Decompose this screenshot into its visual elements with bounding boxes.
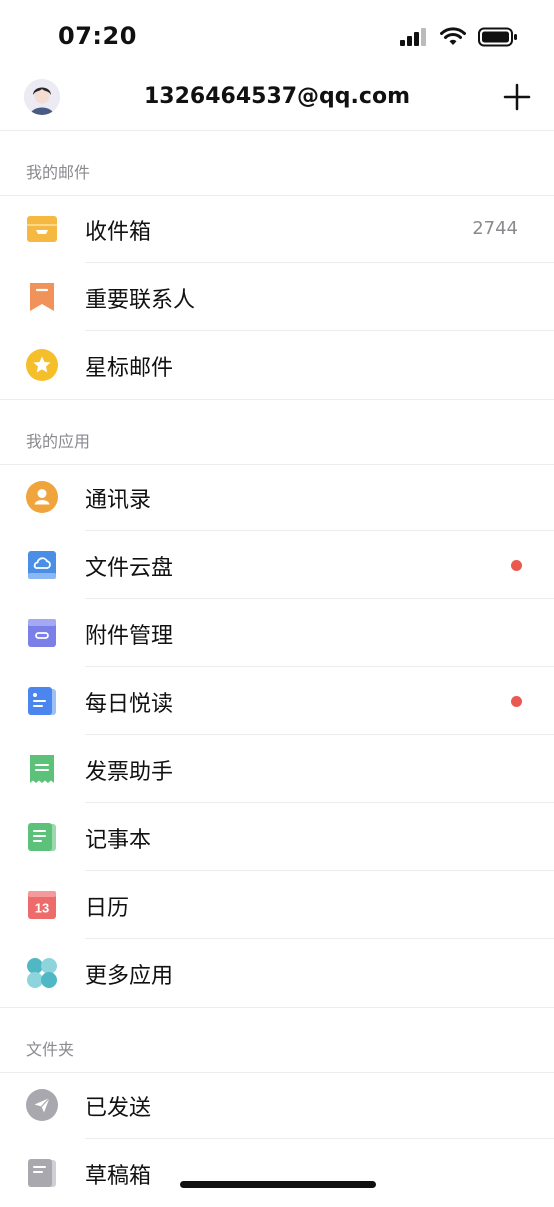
- contacts-icon: [26, 481, 58, 513]
- menu-item-label: 日历: [85, 896, 130, 921]
- section-header-mail: 我的邮件: [0, 131, 554, 196]
- menu-item-notepad[interactable]: 记事本: [0, 803, 554, 871]
- menu-item-label: 附件管理: [85, 624, 174, 649]
- unread-count: 2744: [472, 218, 518, 239]
- calendar-day: 13: [35, 901, 49, 916]
- battery-icon: [478, 27, 517, 47]
- drafts-icon: [28, 1159, 56, 1187]
- cellular-signal-icon: [400, 28, 426, 46]
- menu-item-label: 草稿箱: [85, 1164, 152, 1189]
- cloud-drive-icon: [28, 551, 56, 579]
- invoice-icon: [30, 755, 54, 783]
- menu-item-starred[interactable]: 星标邮件: [0, 331, 554, 399]
- menu-item-label: 收件箱: [85, 220, 152, 245]
- menu-item-drafts[interactable]: 草稿箱: [0, 1139, 554, 1207]
- menu-item-label: 发票助手: [85, 760, 174, 785]
- menu-item-more-apps[interactable]: 更多应用: [0, 939, 554, 1007]
- reading-icon: [28, 687, 56, 715]
- menu-item-attachments[interactable]: 附件管理: [0, 599, 554, 667]
- menu-item-inbox[interactable]: 收件箱 2744: [0, 195, 554, 263]
- menu-item-label: 每日悦读: [85, 692, 174, 717]
- inbox-icon: [27, 216, 57, 242]
- star-icon: [26, 349, 58, 381]
- bookmark-icon: [30, 283, 54, 311]
- menu-item-daily-reading[interactable]: 每日悦读: [0, 667, 554, 735]
- section-title: 文件夹: [26, 1040, 75, 1059]
- status-icons: [400, 26, 518, 48]
- menu-item-calendar[interactable]: 13 日历: [0, 871, 554, 939]
- section-header-folders: 文件夹: [0, 1007, 554, 1073]
- home-indicator[interactable]: [180, 1181, 376, 1188]
- menu-item-contacts[interactable]: 通讯录: [0, 463, 554, 531]
- menu-item-label: 记事本: [85, 828, 152, 853]
- sent-icon: [26, 1089, 58, 1121]
- menu-item-invoice[interactable]: 发票助手: [0, 735, 554, 803]
- menu-item-label: 更多应用: [85, 964, 174, 989]
- menu-item-important-contacts[interactable]: 重要联系人: [0, 263, 554, 331]
- calendar-icon: 13: [28, 891, 56, 919]
- attachment-icon: [28, 619, 56, 647]
- account-header: 1326464537@qq.com: [0, 72, 554, 131]
- menu-item-sent[interactable]: 已发送: [0, 1071, 554, 1139]
- account-email[interactable]: 1326464537@qq.com: [0, 84, 554, 109]
- plus-icon: [503, 83, 531, 111]
- add-button[interactable]: [502, 82, 532, 112]
- red-dot-badge: [511, 696, 522, 707]
- section-title: 我的应用: [26, 432, 91, 451]
- menu-item-label: 星标邮件: [85, 356, 174, 381]
- menu-item-label: 重要联系人: [85, 288, 196, 313]
- section-title: 我的邮件: [26, 163, 91, 182]
- menu-item-label: 已发送: [85, 1096, 152, 1121]
- more-apps-icon: [27, 958, 57, 988]
- wifi-icon: [440, 27, 466, 45]
- red-dot-badge: [511, 560, 522, 571]
- status-time: 07:20: [58, 22, 137, 50]
- notepad-icon: [28, 823, 56, 851]
- menu-item-cloud-drive[interactable]: 文件云盘: [0, 531, 554, 599]
- status-bar: 07:20: [0, 0, 554, 72]
- menu-item-label: 文件云盘: [85, 556, 174, 581]
- menu-item-label: 通讯录: [85, 488, 152, 513]
- section-header-apps: 我的应用: [0, 399, 554, 465]
